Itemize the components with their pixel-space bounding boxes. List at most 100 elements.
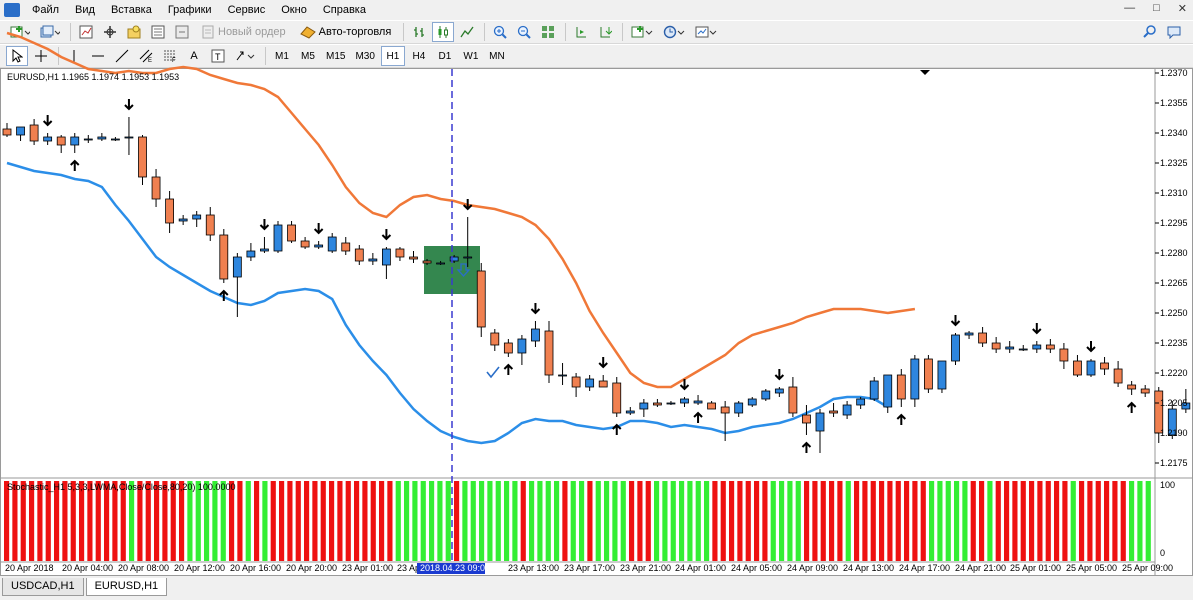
- stochastic-bar: [137, 481, 143, 561]
- stochastic-bar: [412, 481, 418, 561]
- stochastic-bar: [837, 481, 843, 561]
- stochastic-bar: [70, 481, 76, 561]
- time-axis-label: 24 Apr 01:00: [675, 563, 726, 573]
- stochastic-bar: [12, 481, 18, 561]
- sell-arrow: [1032, 323, 1042, 335]
- candle-body: [503, 342, 513, 354]
- candle-body: [1045, 344, 1055, 350]
- stochastic-bar: [895, 481, 901, 561]
- upper-band-line: [6, 31, 916, 389]
- stochastic-bar: [562, 481, 568, 561]
- stochastic-bar: [954, 481, 960, 561]
- stochastic-bar: [337, 481, 343, 561]
- price-axis-label: 1.2355: [1160, 98, 1188, 108]
- stochastic-bar: [1054, 481, 1060, 561]
- time-axis-label: 25 Apr 09:00: [1122, 563, 1173, 573]
- candle-body: [1073, 360, 1082, 376]
- stochastic-bar: [229, 481, 235, 561]
- stochastic-bar: [29, 481, 35, 561]
- stochastic-label: Stochastic_H1 5,3,3,LWMA,Close/Close,80,…: [7, 482, 236, 492]
- stochastic-bar: [704, 481, 710, 561]
- candle-body: [165, 198, 175, 224]
- stochastic-bar: [120, 481, 126, 561]
- candle-body: [978, 332, 987, 344]
- time-axis-label: 24 Apr 05:00: [731, 563, 782, 573]
- buy-arrow: [503, 363, 514, 375]
- stochastic-bar: [204, 481, 210, 561]
- stochastic-bar: [329, 481, 335, 561]
- stochastic-bar: [995, 481, 1001, 561]
- sell-arrow: [530, 303, 541, 315]
- stochastic-bar: [520, 481, 526, 561]
- candle-body: [219, 234, 229, 280]
- stochastic-bar: [654, 481, 660, 561]
- stochastic-bar: [920, 481, 926, 561]
- candle-body: [1059, 348, 1069, 362]
- candle-body: [436, 262, 446, 265]
- stochastic-bar: [1070, 481, 1076, 561]
- candle-body: [558, 374, 567, 377]
- price-axis-label: 1.2175: [1160, 458, 1188, 468]
- stochastic-bar: [1087, 481, 1093, 561]
- chart-tabs: USDCAD,H1 EURUSD,H1: [0, 578, 1193, 600]
- time-axis-label: 25 Apr 05:00: [1066, 563, 1117, 573]
- candle-body: [883, 374, 893, 408]
- time-axis-label: 20 Apr 12:00: [174, 563, 225, 573]
- stochastic-bar: [637, 481, 643, 561]
- sell-arrow: [950, 315, 961, 327]
- stochastic-bar: [62, 481, 68, 561]
- stochastic-bar: [804, 481, 810, 561]
- candle-body: [273, 224, 283, 252]
- stochastic-bar: [962, 481, 968, 561]
- time-axis-label: 25 Apr 01:00: [1010, 563, 1061, 573]
- candle-body: [43, 136, 53, 142]
- candle-body: [666, 402, 676, 405]
- tab-eurusd[interactable]: EURUSD,H1: [85, 578, 168, 596]
- time-axis-label: 23 Apr 21:00: [620, 563, 671, 573]
- candle-body: [734, 402, 744, 414]
- candle-body: [395, 248, 405, 258]
- buy-arrow: [896, 413, 907, 425]
- stochastic-bar: [829, 481, 835, 561]
- stochastic-bar: [787, 481, 793, 561]
- tab-usdcad[interactable]: USDCAD,H1: [2, 578, 84, 596]
- stochastic-bar: [1062, 481, 1068, 561]
- stochastic-bar: [929, 481, 935, 561]
- stochastic-bar: [437, 481, 443, 561]
- stochastic-bar: [762, 481, 768, 561]
- stochastic-bar: [1079, 481, 1085, 561]
- stochastic-bar: [629, 481, 635, 561]
- candle-body: [680, 398, 689, 404]
- stochastic-bar: [404, 481, 410, 561]
- price-axis-label: 1.2205: [1160, 398, 1188, 408]
- stochastic-bar: [545, 481, 551, 561]
- stochastic-bar: [770, 481, 776, 561]
- stochastic-bar: [454, 481, 460, 561]
- candle-body: [287, 224, 296, 242]
- candle-body: [29, 124, 39, 142]
- sell-arrow: [124, 99, 134, 111]
- stochastic-bar: [429, 481, 435, 561]
- candle-body: [531, 328, 540, 342]
- stochastic-bar: [720, 481, 726, 561]
- sell-arrow: [313, 223, 324, 235]
- candle-body: [802, 414, 811, 424]
- stochastic-bar: [54, 481, 60, 561]
- stochastic-bar: [462, 481, 468, 561]
- stochastic-bar: [220, 481, 226, 561]
- time-axis-label: 23 Apr 17:00: [564, 563, 615, 573]
- sell-arrow: [774, 369, 785, 381]
- candle-body: [327, 236, 337, 252]
- time-axis-label: 20 Apr 16:00: [230, 563, 281, 573]
- buy-arrow: [70, 159, 80, 171]
- candle-body: [517, 338, 527, 354]
- price-axis-label: 1.2325: [1160, 158, 1188, 168]
- stochastic-bar: [695, 481, 701, 561]
- stochastic-bar: [779, 481, 785, 561]
- stochastic-bar: [537, 481, 543, 561]
- time-axis-label: 20 Apr 08:00: [118, 563, 169, 573]
- buy-arrow: [801, 441, 812, 453]
- candle-body: [964, 332, 974, 336]
- stochastic-bar: [370, 481, 376, 561]
- stochastic-bar: [345, 481, 351, 561]
